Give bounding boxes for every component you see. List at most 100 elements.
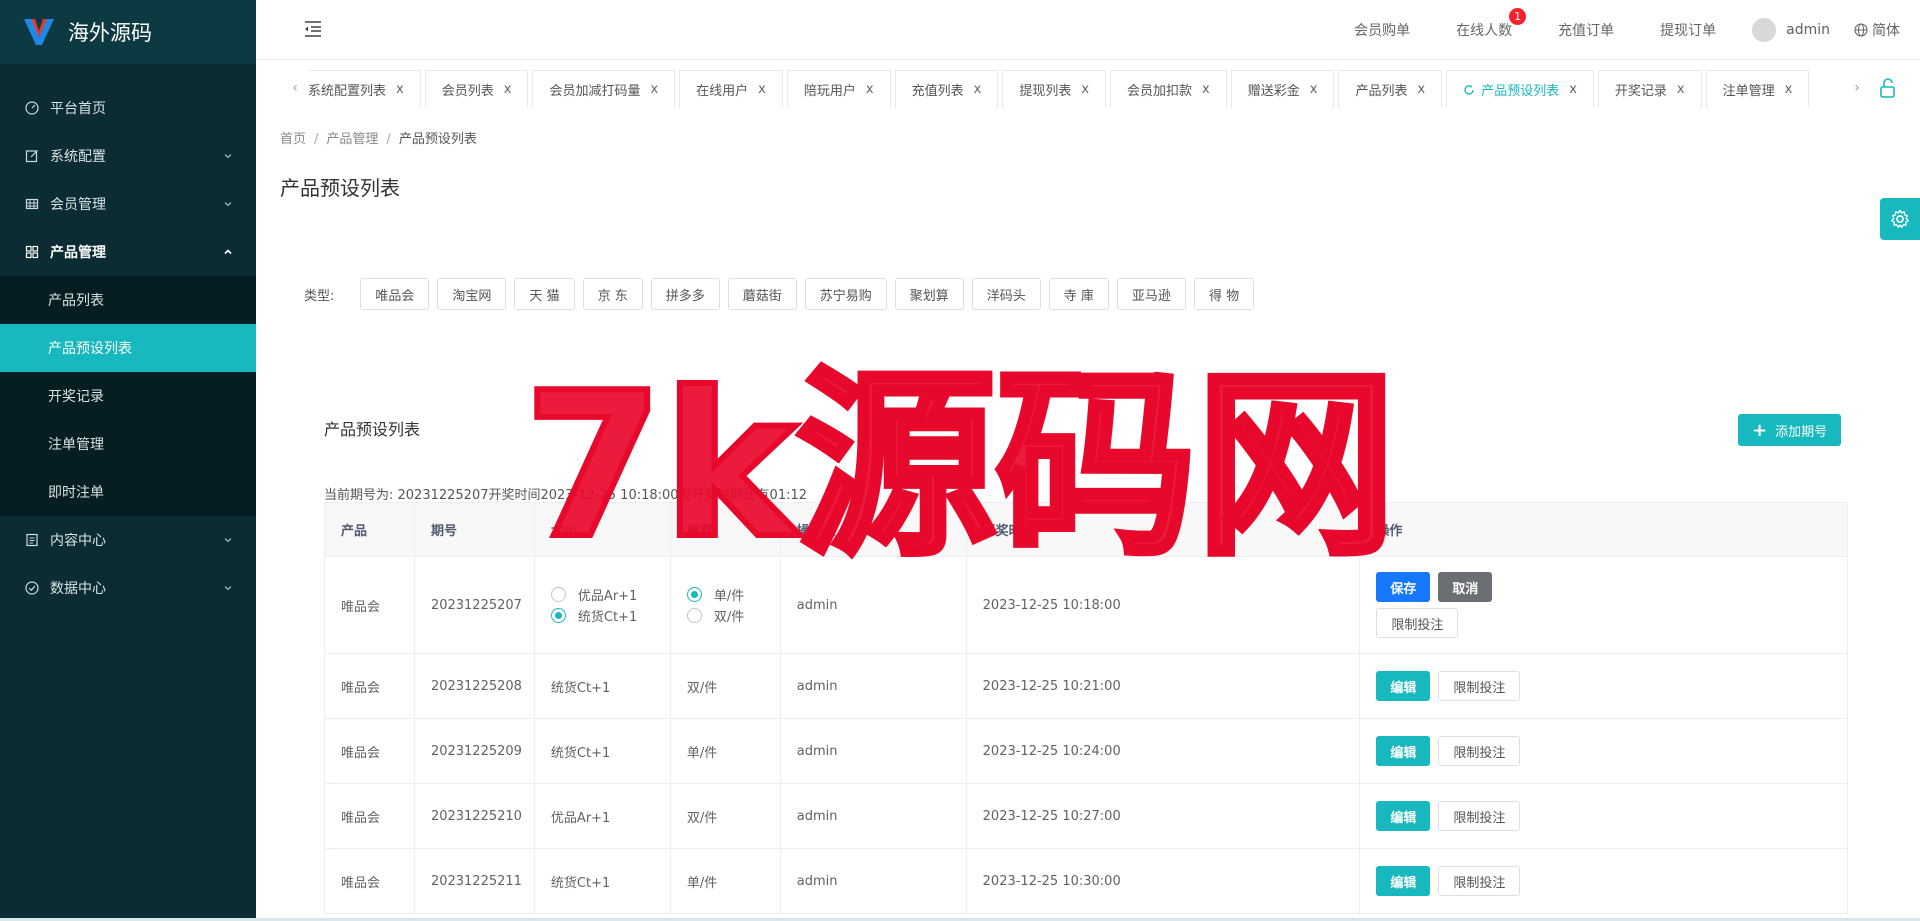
type-tag-1[interactable]: 淘宝网: [437, 278, 507, 310]
cell-odd: 单/件: [669, 848, 781, 914]
tab-5[interactable]: 充值列表 x: [894, 70, 999, 108]
radio-label: 优品Ar+1: [577, 589, 638, 604]
edit-button[interactable]: 编辑: [1376, 671, 1431, 701]
breadcrumb-home[interactable]: 首页: [280, 132, 306, 147]
cell-period: 20231225207: [413, 556, 535, 654]
header-link-online-count[interactable]: 在线人数 1: [1456, 8, 1527, 40]
edit-icon: [24, 148, 40, 164]
cell-period: 20231225211: [413, 848, 535, 914]
radio-option[interactable]: 统货Ct+1: [550, 605, 670, 626]
cell-draw-time: 2023-12-25 10:21:00: [965, 653, 1361, 719]
cancel-button[interactable]: 取消: [1438, 572, 1493, 602]
close-icon[interactable]: x: [758, 82, 766, 97]
type-tag-2[interactable]: 天 猫: [514, 278, 575, 310]
user-menu[interactable]: admin: [1752, 18, 1830, 42]
type-tag-4[interactable]: 拼多多: [650, 278, 720, 310]
edit-button[interactable]: 编辑: [1376, 801, 1431, 831]
type-tag-10[interactable]: 亚马逊: [1116, 278, 1186, 310]
radio-button[interactable]: [686, 587, 702, 602]
limit-bet-button[interactable]: 限制投注: [1438, 801, 1521, 831]
sidebar-item-0[interactable]: 平台首页: [0, 84, 256, 132]
sidebar-item-3[interactable]: 产品管理: [0, 228, 256, 276]
close-icon[interactable]: x: [1417, 82, 1425, 97]
edit-button[interactable]: 编辑: [1376, 866, 1431, 896]
unlock-icon[interactable]: [1876, 76, 1900, 100]
cell-actions: 编辑 限制投注: [1359, 653, 1848, 719]
tab-6[interactable]: 提现列表 x: [1002, 70, 1107, 108]
brand-logo[interactable]: 海外源码: [0, 0, 256, 64]
tabs-scroll-right-icon[interactable]: ›: [1842, 74, 1872, 102]
header-link-member-orders[interactable]: 会员购单: [1354, 20, 1410, 40]
document-icon: [24, 532, 40, 548]
close-icon[interactable]: x: [396, 82, 404, 97]
tab-4[interactable]: 陪玩用户 x: [786, 70, 891, 108]
sidebar-item-label: 会员管理: [50, 197, 106, 213]
sidebar-subitem-3[interactable]: 注单管理: [0, 420, 256, 468]
header-link-withdraw-orders[interactable]: 提现订单: [1660, 20, 1716, 40]
tab-3[interactable]: 在线用户 x: [679, 70, 783, 108]
type-tag-0[interactable]: 唯品会: [360, 278, 430, 310]
type-tag-6[interactable]: 苏宁易购: [804, 278, 887, 310]
type-tag-5[interactable]: 蘑菇街: [727, 278, 797, 310]
sidebar-subitem-0[interactable]: 产品列表: [0, 276, 256, 324]
tab-7[interactable]: 会员加扣款 x: [1110, 70, 1227, 108]
radio-button[interactable]: [550, 608, 566, 623]
sidebar-item-4[interactable]: 内容中心: [0, 516, 256, 564]
sidebar-item-label: 系统配置: [50, 149, 106, 165]
sidebar: 海外源码 平台首页系统配置会员管理产品管理 产品列表 产品预设列表 开奖记录 注单管理即…: [0, 0, 256, 921]
radio-button[interactable]: [550, 587, 566, 602]
close-icon[interactable]: x: [1569, 82, 1577, 97]
close-icon[interactable]: x: [1310, 82, 1318, 97]
tab-12[interactable]: 注单管理 x: [1705, 70, 1810, 108]
close-icon[interactable]: x: [1677, 82, 1685, 97]
close-icon[interactable]: x: [1081, 82, 1089, 97]
limit-bet-button[interactable]: 限制投注: [1438, 866, 1521, 896]
add-period-button[interactable]: + 添加期号: [1738, 414, 1842, 446]
type-tag-9[interactable]: 寺 庫: [1048, 278, 1109, 310]
radio-option[interactable]: 单/件: [686, 584, 780, 605]
menu-fold-icon[interactable]: [302, 18, 324, 40]
sidebar-subitem-4[interactable]: 即时注单: [0, 468, 256, 516]
settings-gear-button[interactable]: [1880, 198, 1920, 240]
radio-button[interactable]: [686, 608, 702, 623]
tab-10[interactable]: 产品预设列表 x: [1446, 70, 1594, 108]
tab-9[interactable]: 产品列表 x: [1338, 70, 1443, 108]
tab-8[interactable]: 赠送彩金 x: [1230, 70, 1335, 108]
type-tag-7[interactable]: 聚划算: [894, 278, 964, 310]
limit-bet-button[interactable]: 限制投注: [1438, 736, 1521, 766]
type-tag-8[interactable]: 洋码头: [971, 278, 1041, 310]
tab-label: 赠送彩金: [1247, 84, 1300, 99]
edit-button[interactable]: 编辑: [1376, 736, 1431, 766]
sidebar-subitem-2[interactable]: 开奖记录: [0, 372, 256, 420]
tabs-scroll-left-icon[interactable]: ‹: [280, 74, 310, 102]
type-tag-11[interactable]: 得 物: [1193, 278, 1255, 310]
tab-2[interactable]: 会员加减打码量 x: [532, 70, 676, 108]
radio-option[interactable]: 优品Ar+1: [550, 584, 670, 605]
language-switch[interactable]: 简体: [1854, 20, 1900, 40]
tab-label: 会员加扣款: [1127, 84, 1193, 99]
limit-bet-button[interactable]: 限制投注: [1438, 671, 1521, 701]
sidebar-item-1[interactable]: 系统配置: [0, 132, 256, 180]
cell-product: 唯品会: [324, 653, 415, 719]
limit-bet-button[interactable]: 限制投注: [1376, 608, 1459, 638]
header-link-recharge-orders[interactable]: 充值订单: [1558, 20, 1614, 40]
type-tag-3[interactable]: 京 东: [582, 278, 643, 310]
close-icon[interactable]: x: [1202, 82, 1210, 97]
tab-11[interactable]: 开奖记录 x: [1597, 70, 1702, 108]
close-icon[interactable]: x: [504, 82, 512, 97]
close-icon[interactable]: x: [1785, 82, 1793, 97]
cell-draw-time: 2023-12-25 10:24:00: [965, 718, 1361, 784]
check-circle-icon: [24, 580, 40, 596]
close-icon[interactable]: x: [866, 82, 874, 97]
close-icon[interactable]: x: [650, 82, 658, 97]
sidebar-subitem-1[interactable]: 产品预设列表: [0, 324, 256, 372]
radio-option[interactable]: 双/件: [686, 605, 780, 626]
sidebar-item-2[interactable]: 会员管理: [0, 180, 256, 228]
refresh-icon: [1464, 84, 1474, 95]
tab-0[interactable]: 系统配置列表 x: [308, 70, 421, 108]
close-icon[interactable]: x: [974, 82, 982, 97]
sidebar-item-5[interactable]: 数据中心: [0, 564, 256, 612]
tab-1[interactable]: 会员列表 x: [424, 70, 529, 108]
breadcrumb-parent[interactable]: 产品管理: [326, 132, 378, 147]
save-button[interactable]: 保存: [1376, 572, 1431, 602]
